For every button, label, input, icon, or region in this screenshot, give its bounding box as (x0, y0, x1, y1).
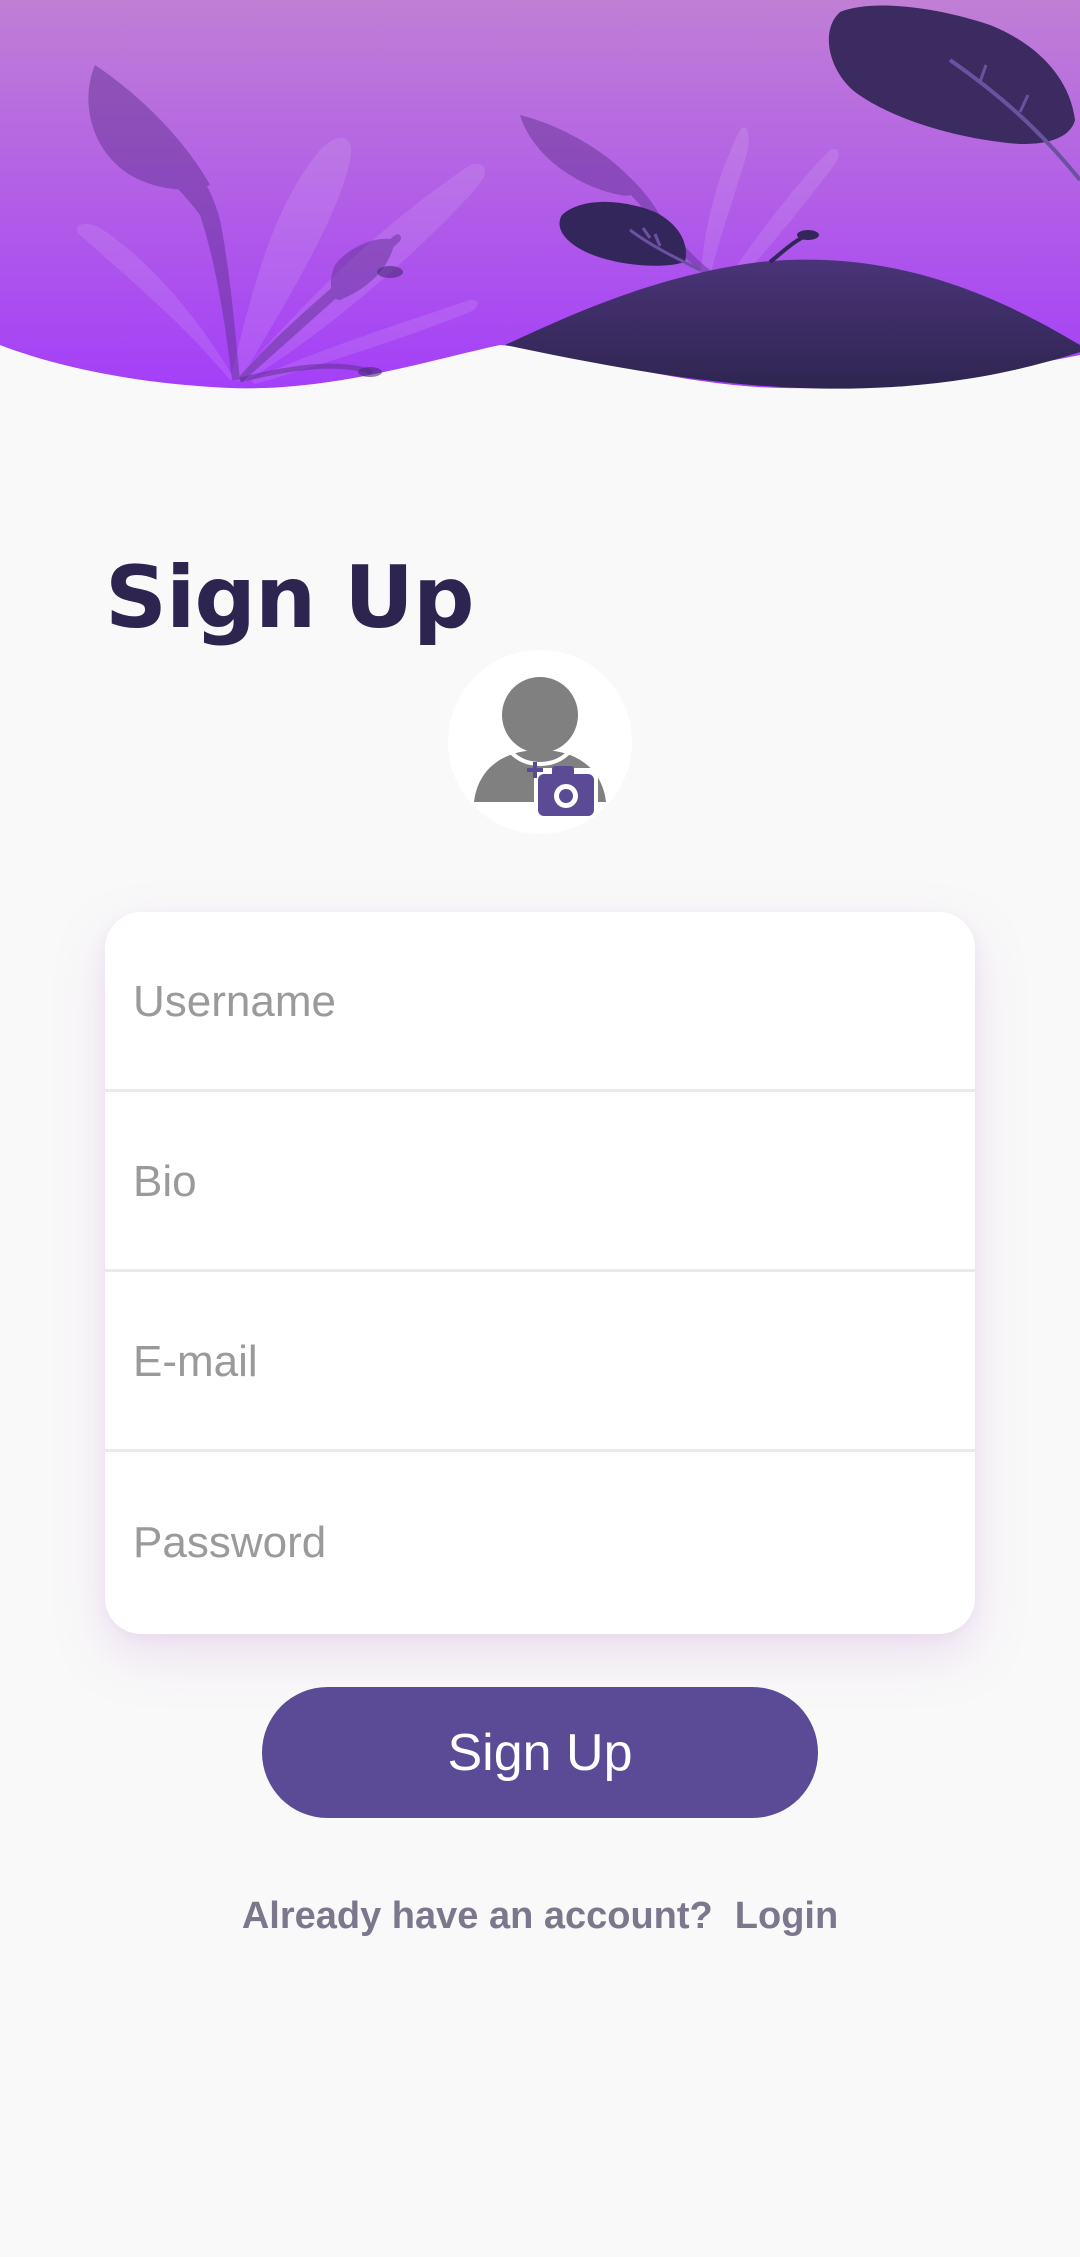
login-link[interactable]: Login (735, 1895, 838, 1937)
signup-form-card (105, 912, 975, 1634)
login-prompt: Already have an account? Login (0, 1895, 1080, 1938)
email-input[interactable] (131, 1272, 949, 1451)
signup-button[interactable]: Sign Up (262, 1687, 818, 1818)
add-camera-icon (527, 762, 598, 818)
avatar-picker[interactable] (448, 650, 632, 834)
already-have-account-text: Already have an account? (241, 1895, 713, 1937)
username-input[interactable] (131, 912, 949, 1091)
password-row (105, 1452, 975, 1633)
bio-input[interactable] (131, 1092, 949, 1271)
page-title: Sign Up (105, 548, 475, 648)
password-input[interactable] (131, 1452, 949, 1633)
email-row (105, 1272, 975, 1452)
username-row (105, 912, 975, 1092)
header-illustration (0, 0, 1080, 400)
bio-row (105, 1092, 975, 1272)
